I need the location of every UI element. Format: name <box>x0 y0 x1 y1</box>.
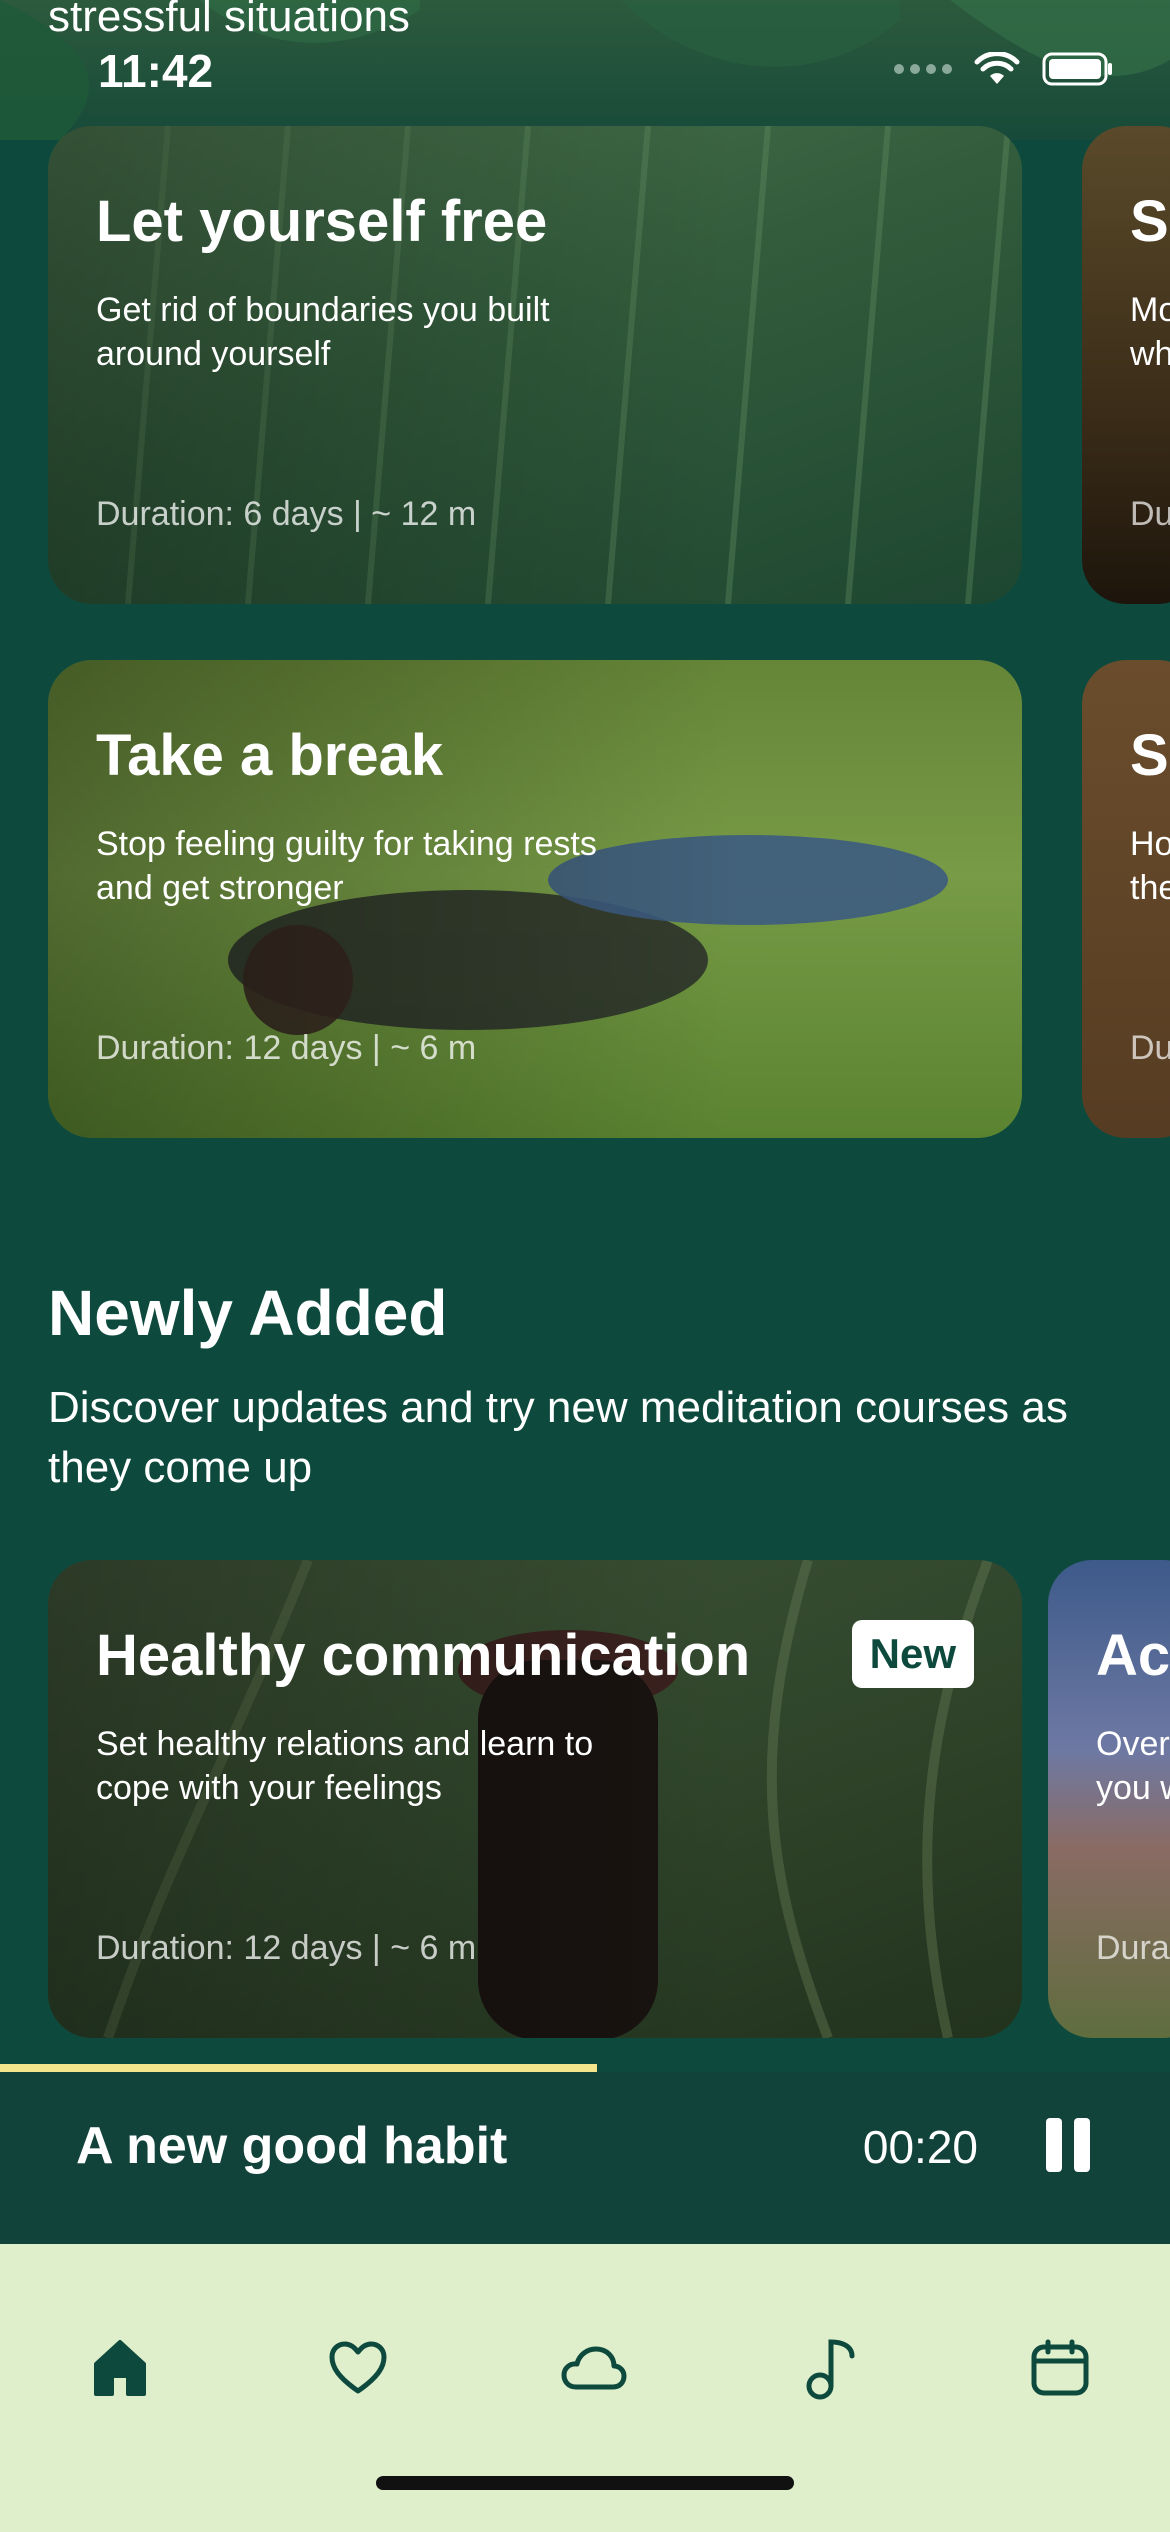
card-description-peek: Mo wh <box>1130 291 1170 373</box>
playback-progress-fill <box>0 2064 597 2072</box>
tab-sleep[interactable] <box>554 2328 634 2408</box>
playback-time: 00:20 <box>862 2121 978 2173</box>
mini-player[interactable]: A new good habit 00:20 <box>0 2072 1170 2244</box>
status-bar: stressful situations 11:42 <box>0 0 1170 120</box>
course-card-take-a-break[interactable]: Take a break Stop feeling guilty for tak… <box>48 660 1022 1138</box>
course-card-let-yourself-free[interactable]: Let yourself free Get rid of boundaries … <box>48 126 1022 604</box>
wifi-icon <box>974 52 1020 84</box>
heart-icon <box>329 2341 387 2394</box>
music-note-icon <box>806 2339 855 2400</box>
card-title: Healthy communication <box>96 1623 751 1688</box>
course-card-peek-row2[interactable]: S Ho the Du <box>1082 660 1170 1138</box>
card-description: Get rid of boundaries you built around y… <box>96 291 550 373</box>
section-subtitle: Discover updates and try new meditation … <box>48 1383 1068 1492</box>
playback-progress-bar[interactable] <box>0 2064 1170 2072</box>
tab-music[interactable] <box>792 2328 872 2408</box>
card-title-peek: S <box>1130 189 1169 254</box>
pause-icon <box>1046 2118 1062 2172</box>
course-card-peek-newly-added[interactable]: Ac Overyou w Dura <box>1048 1560 1170 2038</box>
status-icons <box>894 52 1114 86</box>
home-indicator[interactable] <box>376 2476 794 2490</box>
tab-home[interactable] <box>80 2328 160 2408</box>
card-title-peek: S <box>1130 723 1169 788</box>
cloud-icon <box>561 2346 627 2390</box>
home-icon <box>94 2340 146 2396</box>
cellular-signal-icon <box>894 64 952 74</box>
card-title: Let yourself free <box>96 189 548 254</box>
card-duration: Duration: 12 days | ~ 6 m <box>96 1929 477 1967</box>
pause-button[interactable] <box>1046 2118 1090 2172</box>
card-title: Take a break <box>96 723 444 788</box>
card-duration-peek: Dura <box>1096 1929 1170 1967</box>
cut-off-heading: stressful situations <box>48 0 410 41</box>
card-description: Set healthy relations and learn to cope … <box>96 1725 594 1807</box>
card-duration: Duration: 12 days | ~ 6 m <box>96 1029 477 1067</box>
card-title-peek: Ac <box>1096 1623 1170 1688</box>
card-description-peek: Overyou w <box>1096 1725 1170 1807</box>
course-card-peek-row1[interactable]: S Mo wh Du <box>1082 126 1170 604</box>
battery-icon <box>1042 52 1112 86</box>
card-description: Stop feeling guilty for taking rests and… <box>96 825 597 907</box>
tab-calendar[interactable] <box>1020 2328 1100 2408</box>
new-badge: New <box>851 1620 974 1688</box>
card-duration-peek: Du <box>1130 1029 1170 1067</box>
status-time: 11:42 <box>98 45 214 97</box>
course-card-healthy-communication[interactable]: Healthy communication New Set healthy re… <box>48 1560 1022 2038</box>
card-duration-peek: Du <box>1130 495 1170 533</box>
tab-favorites[interactable] <box>318 2328 398 2408</box>
card-duration: Duration: 6 days | ~ 12 m <box>96 495 477 533</box>
calendar-icon <box>1031 2339 1089 2396</box>
now-playing-title: A new good habit <box>76 2117 508 2175</box>
card-description-peek: Ho the <box>1130 825 1170 907</box>
section-title: Newly Added <box>48 1277 448 1349</box>
